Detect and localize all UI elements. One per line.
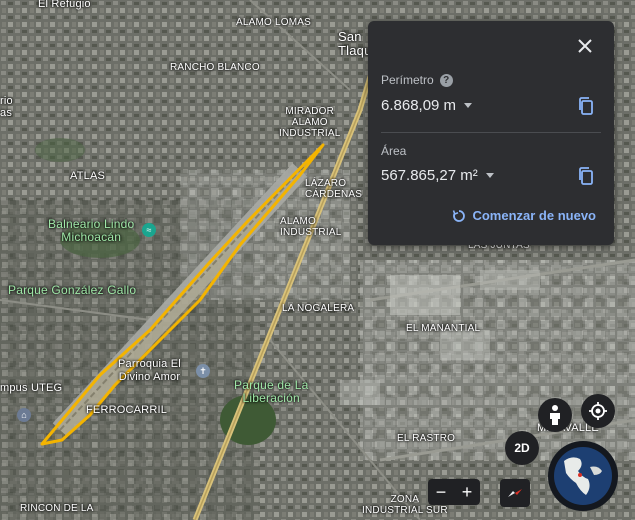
pegman-icon [550, 405, 560, 425]
copy-icon[interactable] [576, 96, 596, 116]
place-label: RINCON DE LA [20, 503, 94, 514]
copy-icon[interactable] [576, 166, 596, 186]
zoom-in-button[interactable]: + [455, 479, 479, 505]
divider [381, 132, 601, 133]
perimeter-value: 6.868,09 m [381, 97, 457, 114]
globe-icon [554, 447, 612, 505]
place-label: ATLAS [70, 170, 106, 182]
place-label[interactable]: mpus UTEG [0, 382, 62, 394]
poi-label[interactable]: Parque González Gallo [8, 283, 136, 297]
perimeter-label: Perímetro [381, 73, 434, 87]
poi-label[interactable]: Balneario Lindo Michoacán [48, 218, 134, 244]
place-label: FERROCARRIL [86, 404, 168, 416]
poi-label[interactable]: Parque de La Liberación [234, 379, 308, 405]
place-label: ALAMO INDUSTRIAL [280, 216, 342, 238]
compass-button[interactable] [500, 479, 530, 507]
my-location-button[interactable] [581, 394, 615, 428]
mode-2d-button[interactable]: 2D [505, 431, 539, 465]
perimeter-label-row: Perímetro? [381, 73, 453, 88]
chevron-down-icon [485, 173, 494, 178]
place-label: rio as [0, 95, 13, 119]
compass-icon [508, 489, 522, 497]
globe-button[interactable] [548, 441, 618, 511]
place-label: MIRADOR ALAMO INDUSTRIAL [279, 106, 341, 139]
restart-icon [453, 209, 466, 222]
place-label: LÁZARO CÁRDENAS [305, 178, 363, 200]
place-label: EL MANANTIAL [406, 323, 481, 334]
zoom-control: − + [428, 479, 480, 505]
area-unit-dropdown[interactable]: 567.865,27 m² [381, 167, 494, 184]
perimeter-unit-dropdown[interactable]: 6.868,09 m [381, 97, 473, 114]
school-poi-icon[interactable]: ⌂ [17, 408, 31, 422]
place-label: LA NOGALERA [282, 303, 355, 314]
restart-label: Comenzar de nuevo [472, 208, 596, 223]
pegman-button[interactable] [538, 398, 572, 432]
restart-button[interactable]: Comenzar de nuevo [452, 208, 596, 223]
my-location-icon [589, 402, 607, 420]
place-label: El Refugio [38, 0, 91, 10]
zoom-out-button[interactable]: − [429, 479, 453, 505]
place-label: ALAMO LOMAS [236, 17, 311, 28]
area-label: Área [381, 144, 407, 158]
place-label: RANCHO BLANCO [170, 62, 260, 73]
chevron-down-icon [464, 103, 473, 108]
measure-panel: Perímetro? 6.868,09 m Área 567.865,27 m²… [368, 21, 614, 245]
place-label: EL RASTRO [397, 433, 456, 444]
pool-poi-icon[interactable]: ≈ [142, 223, 156, 237]
help-icon[interactable]: ? [439, 74, 453, 88]
area-value: 567.865,27 m² [381, 167, 478, 184]
close-icon[interactable] [574, 35, 596, 57]
church-poi-icon[interactable]: ✝ [196, 364, 210, 378]
poi-label[interactable]: Parroquia El Divino Amor [118, 358, 181, 384]
